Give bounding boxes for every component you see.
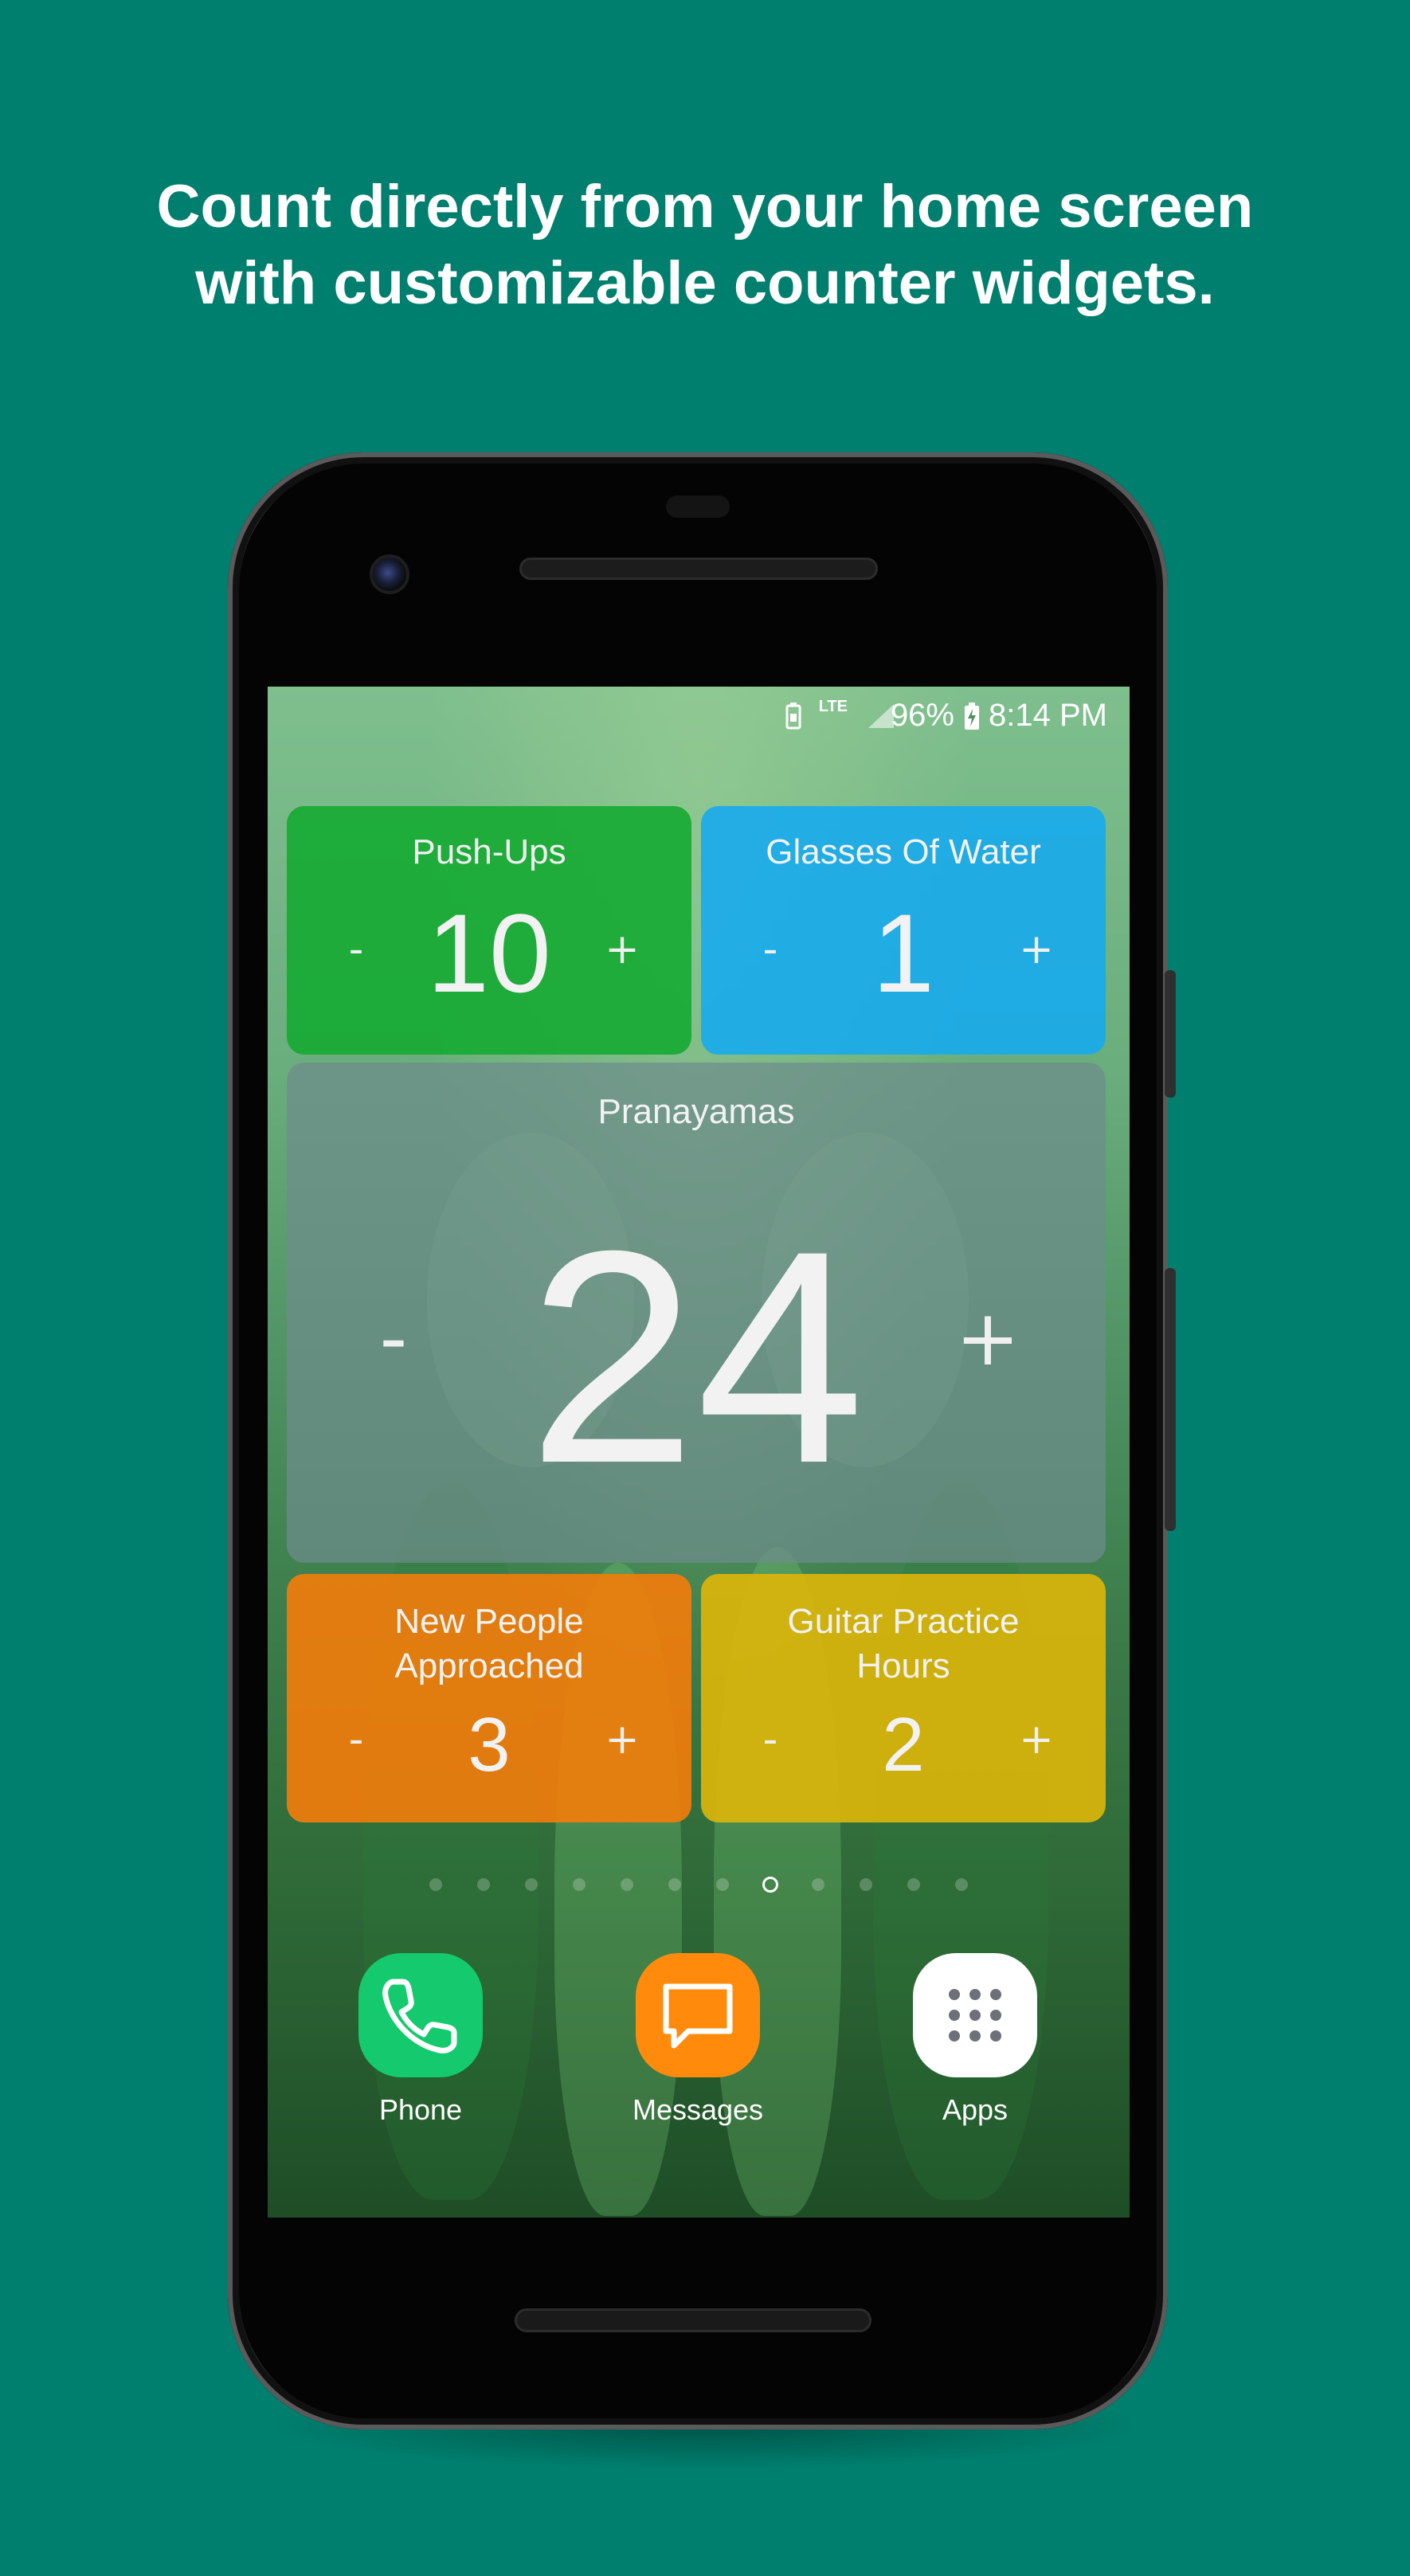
battery-percent: 96% <box>890 698 954 733</box>
widget-title: Glasses Of Water <box>766 832 1041 871</box>
increment-button[interactable]: + <box>940 1294 1036 1383</box>
apps-grid-icon[interactable] <box>913 1953 1037 2077</box>
network-type: LTE <box>818 698 848 715</box>
widget-title-line-1: Guitar Practice <box>787 1602 1020 1641</box>
headline-line-1: Count directly from your home screen <box>156 173 1254 241</box>
page-dot[interactable] <box>621 1878 633 1891</box>
page-dot[interactable] <box>812 1878 824 1891</box>
page-dot[interactable] <box>429 1878 442 1891</box>
top-speaker-grille <box>519 558 878 580</box>
clock-time: 8:14 PM <box>989 698 1107 733</box>
increment-button[interactable]: + <box>1001 926 1072 973</box>
dock-app-phone[interactable]: Phone <box>325 1953 516 2136</box>
page-dot[interactable] <box>955 1878 968 1891</box>
page-dot[interactable] <box>668 1878 681 1891</box>
increment-button[interactable]: + <box>586 926 658 973</box>
bottom-speaker-grille <box>515 2308 871 2332</box>
home-screen: LTE 96% 8:14 PM Push-Ups - 10 + Glasses … <box>268 687 1130 2218</box>
dock-label: Messages <box>632 2093 764 2126</box>
dock-label: Apps <box>942 2093 1009 2126</box>
counter-widget-new-people-approached[interactable]: New People Approached - 3 + <box>287 1574 691 1822</box>
increment-button[interactable]: + <box>1001 1716 1072 1764</box>
volume-button <box>1165 970 1176 1098</box>
page-dot[interactable] <box>907 1878 920 1891</box>
counter-widget-glasses-of-water[interactable]: Glasses Of Water - 1 + <box>701 806 1106 1055</box>
counter-widget-pranayamas[interactable]: Pranayamas - 24 + <box>287 1063 1106 1563</box>
counter-widget-push-ups[interactable]: Push-Ups - 10 + <box>287 806 691 1055</box>
widget-title-line-1: New People <box>394 1602 584 1641</box>
message-icon[interactable] <box>636 1953 760 2077</box>
proximity-sensor <box>666 495 730 518</box>
dock-app-apps[interactable]: Apps <box>879 1953 1071 2136</box>
page-dot[interactable] <box>860 1878 872 1891</box>
phone-icon[interactable] <box>358 1953 483 2077</box>
headline-line-2: with customizable counter widgets. <box>195 249 1215 317</box>
front-camera <box>370 554 409 594</box>
widget-title-line-2: Approached <box>394 1646 584 1685</box>
page-indicator[interactable] <box>268 1869 1130 1901</box>
widget-title: Push-Ups <box>412 832 566 871</box>
page-dot[interactable] <box>573 1878 586 1891</box>
battery-charging-icon <box>965 703 979 730</box>
dock-label: Phone <box>378 2093 463 2126</box>
page-dot[interactable] <box>716 1878 729 1891</box>
widget-title-line-2: Hours <box>856 1646 950 1685</box>
power-button <box>1165 1268 1176 1531</box>
counter-widget-guitar-practice-hours[interactable]: Guitar Practice Hours - 2 + <box>701 1574 1106 1822</box>
status-bar: LTE 96% 8:14 PM <box>268 687 1130 746</box>
increment-button[interactable]: + <box>586 1716 658 1764</box>
page-dot-active[interactable] <box>762 1877 778 1893</box>
widget-title: Pranayamas <box>597 1092 795 1131</box>
dock-app-messages[interactable]: Messages <box>602 1953 793 2136</box>
page-dot[interactable] <box>525 1878 538 1891</box>
promo-headline: Count directly from your home screen wit… <box>0 169 1410 322</box>
battery-saver-icon <box>785 703 801 730</box>
page-dot[interactable] <box>477 1878 490 1891</box>
